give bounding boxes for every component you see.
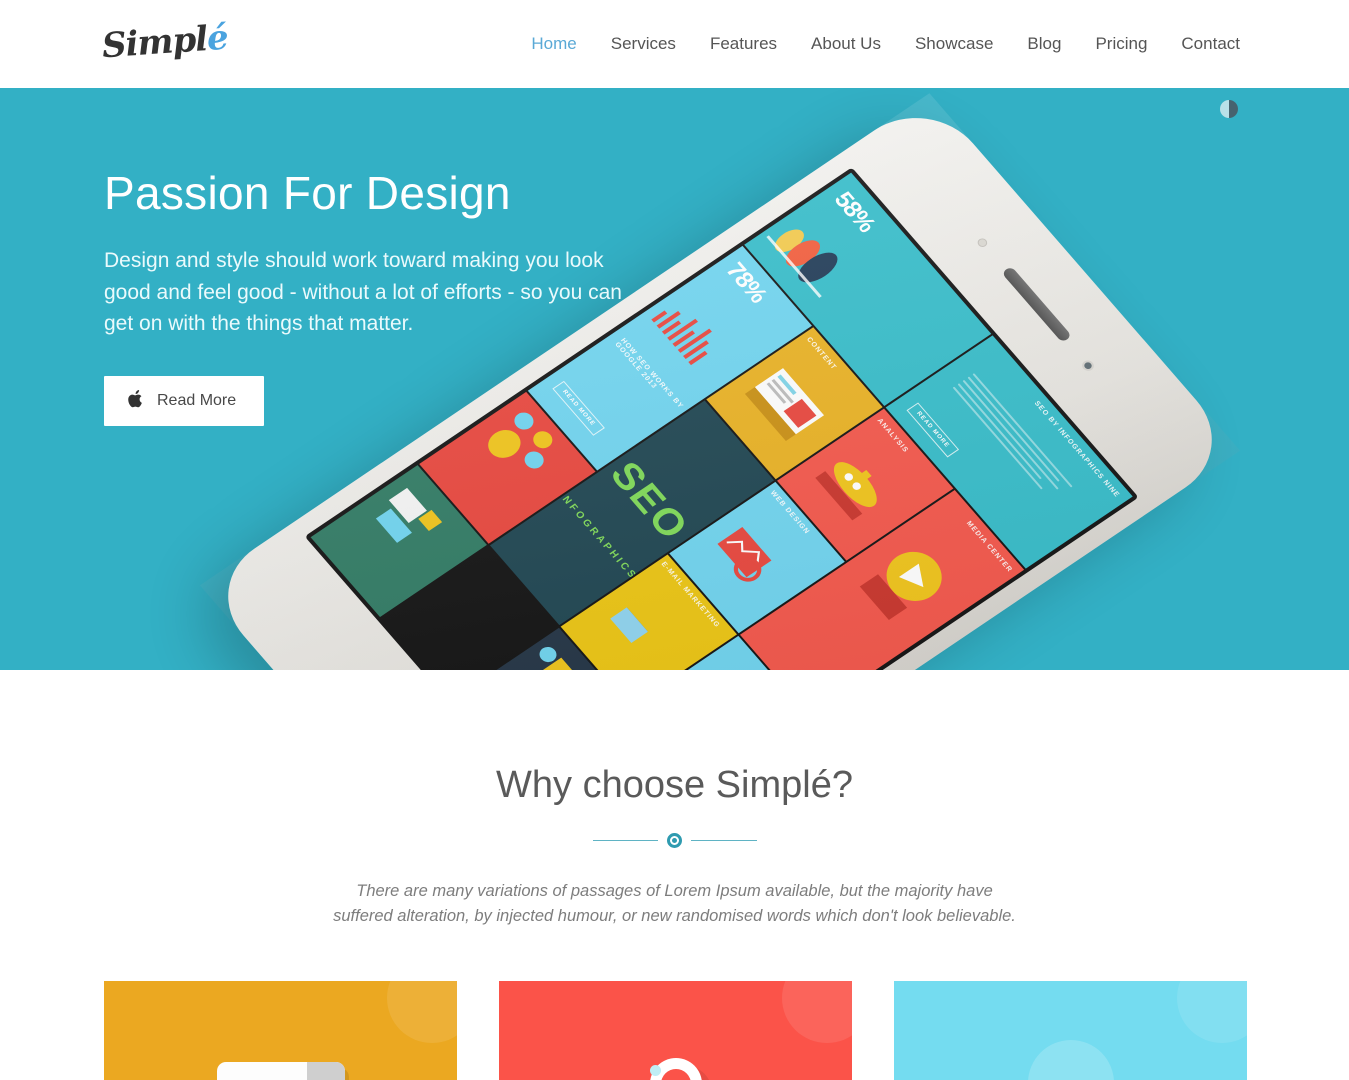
hero-read-more-label: Read More	[157, 392, 237, 410]
nav-item-blog[interactable]: Blog	[1010, 0, 1078, 88]
logo-text: Simpl	[100, 19, 209, 67]
nav-item-services[interactable]: Services	[594, 0, 693, 88]
main-navigation: Home Services Features About Us Showcase…	[514, 0, 1257, 88]
site-header: Simplé Home Services Features About Us S…	[0, 0, 1349, 88]
seo-title: SEO	[601, 454, 698, 548]
section-subtitle: There are many variations of passages of…	[333, 882, 1016, 926]
hero-copy: Passion For Design Design and style shou…	[104, 167, 644, 427]
phone-speaker-icon	[1001, 266, 1073, 343]
card-shine	[1177, 981, 1247, 1043]
hero-subtitle: Design and style should work toward maki…	[104, 248, 622, 336]
hook-magnet-icon	[649, 1058, 702, 1080]
card-shine	[387, 981, 457, 1043]
nav-item-home[interactable]: Home	[514, 0, 593, 88]
nav-item-features[interactable]: Features	[693, 0, 794, 88]
divider-line-right	[691, 839, 757, 841]
card-red[interactable]	[499, 981, 852, 1080]
section-divider	[592, 829, 757, 851]
section-title: Why choose Simplé?	[496, 764, 853, 806]
divider-ring-icon	[667, 832, 682, 848]
hero-title: Passion For Design	[104, 167, 511, 219]
card-shine	[782, 981, 852, 1043]
nav-item-pricing[interactable]: Pricing	[1078, 0, 1164, 88]
divider-line-left	[592, 839, 658, 841]
logo[interactable]: Simplé	[101, 18, 229, 67]
card-blue[interactable]	[894, 981, 1247, 1080]
proximity-sensor-icon	[975, 236, 990, 249]
nav-item-showcase[interactable]: Showcase	[898, 0, 1010, 88]
loading-spinner-icon	[1220, 100, 1238, 118]
feature-cards	[104, 981, 1249, 1080]
nav-item-contact[interactable]: Contact	[1164, 0, 1257, 88]
card-orange[interactable]	[104, 981, 457, 1080]
text-lines-icon	[950, 373, 1073, 503]
note-document-icon	[216, 1062, 345, 1080]
hero-read-more-button[interactable]: Read More	[104, 376, 265, 427]
hero-section: 58% SEO BY INFOGRAPHICS NINE READ MORE 7…	[0, 88, 1349, 670]
logo-accent: é	[205, 17, 230, 60]
nav-item-about-us[interactable]: About Us	[794, 0, 898, 88]
gear-icon	[1027, 1040, 1114, 1080]
phone-camera-icon	[1079, 358, 1097, 373]
apple-icon	[128, 390, 143, 412]
